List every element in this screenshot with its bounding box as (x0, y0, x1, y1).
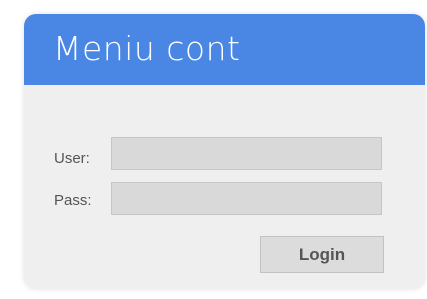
panel-title: Meniu cont (53, 29, 241, 68)
panel-header: Meniu cont (24, 14, 425, 85)
pass-input[interactable] (111, 182, 382, 215)
user-input[interactable] (111, 137, 382, 170)
login-button[interactable]: Login (260, 236, 384, 273)
user-label: User: (54, 150, 90, 167)
pass-label: Pass: (54, 192, 92, 209)
login-panel: Meniu cont User: Pass: Login (24, 14, 425, 289)
